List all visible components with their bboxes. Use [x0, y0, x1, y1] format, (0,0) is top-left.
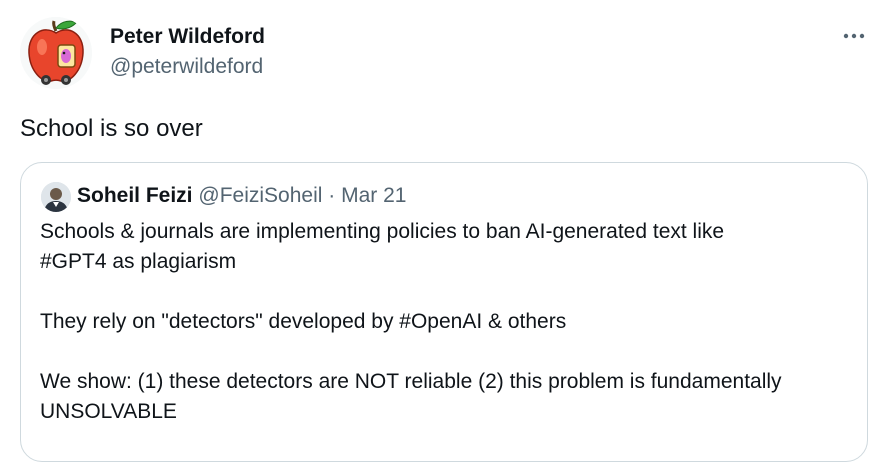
person-photo-icon — [41, 182, 71, 212]
quoted-author-name[interactable]: Soheil Feizi — [77, 184, 193, 207]
quoted-text-line: Schools & journals are implementing poli… — [40, 220, 725, 243]
quoted-tweet-header: Soheil Feizi @FeiziSoheil · Mar 21 — [77, 183, 406, 209]
author-avatar[interactable] — [20, 17, 92, 89]
quoted-text-line: #GPT4 as plagiarism — [40, 250, 237, 273]
quoted-text-line: We show: (1) these detectors are NOT rel… — [40, 370, 782, 393]
more-options-icon — [843, 33, 865, 39]
author-handle[interactable]: @peterwildeford — [110, 54, 263, 80]
quoted-author-handle[interactable]: @FeiziSoheil — [198, 184, 322, 207]
quoted-text-line: UNSOLVABLE — [40, 400, 177, 423]
quoted-tweet-card[interactable]: Soheil Feizi @FeiziSoheil · Mar 21 Schoo… — [20, 162, 868, 462]
tweet-text: School is so over — [20, 115, 203, 142]
quoted-author-avatar[interactable] — [41, 182, 71, 212]
quoted-text-line: They rely on "detectors" developed by #O… — [40, 310, 567, 333]
quoted-tweet-date[interactable]: Mar 21 — [341, 184, 406, 207]
meta-separator: · — [328, 184, 336, 207]
apple-character-icon — [20, 17, 92, 89]
more-options-button[interactable] — [836, 22, 870, 50]
author-name[interactable]: Peter Wildeford — [110, 24, 265, 50]
